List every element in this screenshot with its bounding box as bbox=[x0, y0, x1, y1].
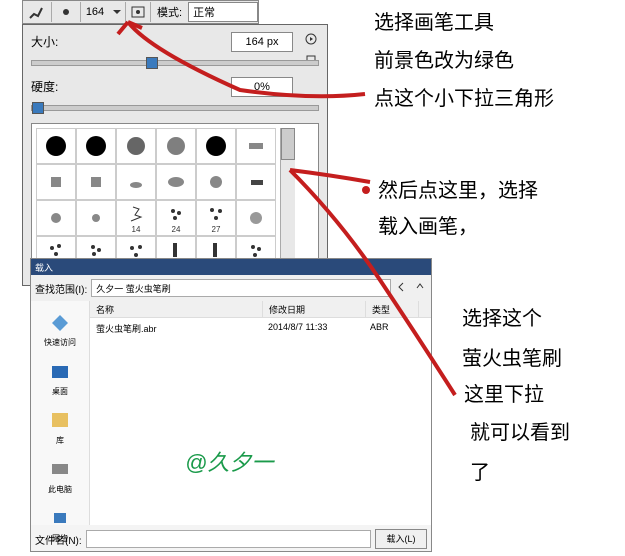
hardness-input[interactable]: 0% bbox=[231, 77, 293, 97]
brush-thumb[interactable] bbox=[196, 128, 236, 164]
brush-thumb[interactable] bbox=[76, 128, 116, 164]
filename-label: 文件名(N): bbox=[35, 532, 82, 547]
sidebar-desktop[interactable]: 桌面 bbox=[31, 354, 89, 403]
annotation-text: 点这个小下拉三角形 bbox=[374, 84, 554, 114]
brush-thumb[interactable] bbox=[236, 128, 276, 164]
sidebar-thispc[interactable]: 此电脑 bbox=[31, 452, 89, 501]
dialog-title: 载入 bbox=[31, 259, 431, 275]
size-slider[interactable] bbox=[31, 60, 319, 66]
brush-thumb[interactable] bbox=[116, 128, 156, 164]
brush-thumb[interactable] bbox=[76, 200, 116, 236]
filename-input[interactable] bbox=[86, 530, 371, 548]
brush-thumb[interactable]: 24 bbox=[156, 200, 196, 236]
annotation-text: 这里下拉 bbox=[464, 380, 544, 410]
nav-back-icon[interactable] bbox=[395, 280, 409, 297]
annotation-text: 前景色改为绿色 bbox=[374, 46, 514, 76]
brush-preset-toggle-icon[interactable] bbox=[125, 2, 151, 22]
column-type[interactable]: 类型 bbox=[366, 301, 419, 317]
annotation-text: 萤火虫笔刷 bbox=[462, 344, 562, 374]
annotation-text: 载入画笔， bbox=[378, 212, 478, 242]
load-button[interactable]: 载入(L) bbox=[375, 529, 427, 549]
brush-tool-icon[interactable] bbox=[23, 2, 52, 22]
brush-thumb[interactable] bbox=[116, 164, 156, 200]
lookin-label: 查找范围(I): bbox=[35, 281, 87, 296]
annotation-text: 然后点这里，选择 bbox=[378, 176, 538, 206]
brush-thumb[interactable] bbox=[76, 164, 116, 200]
load-brush-dialog: 载入 查找范围(I): 久夕一 萤火虫笔刷 快速访问 桌面 库 此电脑 网络 名… bbox=[30, 258, 432, 552]
brush-thumb[interactable] bbox=[156, 128, 196, 164]
folder-path-select[interactable]: 久夕一 萤火虫笔刷 bbox=[91, 279, 391, 297]
sidebar-quickaccess[interactable]: 快速访问 bbox=[31, 305, 89, 354]
brush-thumb[interactable] bbox=[36, 164, 76, 200]
brush-thumb[interactable] bbox=[196, 164, 236, 200]
brush-thumb[interactable] bbox=[156, 164, 196, 200]
annotation-text: 了 bbox=[470, 458, 490, 488]
brush-preset-panel: 大小: 164 px 硬度: 0% 14 24 27 39 bbox=[22, 24, 328, 286]
brush-thumb[interactable] bbox=[36, 200, 76, 236]
brush-thumb[interactable] bbox=[36, 128, 76, 164]
brush-thumb[interactable]: 27 bbox=[196, 200, 236, 236]
brush-dropdown-arrow[interactable] bbox=[109, 2, 125, 22]
size-input[interactable]: 164 px bbox=[231, 32, 293, 52]
flyout-icon[interactable] bbox=[305, 33, 317, 48]
column-date[interactable]: 修改日期 bbox=[263, 301, 366, 317]
mode-label: 模式: bbox=[151, 4, 188, 20]
brush-thumb[interactable] bbox=[236, 164, 276, 200]
brush-thumb[interactable] bbox=[236, 200, 276, 236]
brush-thumbnail-grid: 14 24 27 39 46 59 11 17 23 bbox=[31, 123, 319, 277]
blend-mode-select[interactable]: 正常 bbox=[188, 2, 258, 22]
options-toolbar: 164 模式: 正常 bbox=[22, 0, 259, 24]
annotation-text: 选择这个 bbox=[462, 304, 542, 334]
sidebar-libraries[interactable]: 库 bbox=[31, 403, 89, 452]
file-list: 名称 修改日期 类型 萤火虫笔刷.abr 2014/8/7 11:33 ABR bbox=[90, 301, 431, 525]
size-label: 大小: bbox=[31, 33, 91, 50]
places-sidebar: 快速访问 桌面 库 此电脑 网络 bbox=[31, 301, 90, 525]
watermark: @久夕一 bbox=[185, 445, 273, 477]
nav-up-icon[interactable] bbox=[413, 280, 427, 297]
brush-preview bbox=[52, 2, 81, 22]
brush-thumb[interactable]: 14 bbox=[116, 200, 156, 236]
hardness-slider[interactable] bbox=[31, 105, 319, 111]
hardness-label: 硬度: bbox=[31, 78, 91, 95]
column-name[interactable]: 名称 bbox=[90, 301, 263, 317]
annotation-text: 就可以看到 bbox=[470, 418, 570, 448]
annotation-text: 选择画笔工具 bbox=[374, 8, 494, 38]
file-row[interactable]: 萤火虫笔刷.abr 2014/8/7 11:33 ABR bbox=[90, 318, 431, 339]
brush-size-number: 164 bbox=[81, 6, 109, 18]
brush-scrollbar[interactable] bbox=[280, 128, 295, 272]
